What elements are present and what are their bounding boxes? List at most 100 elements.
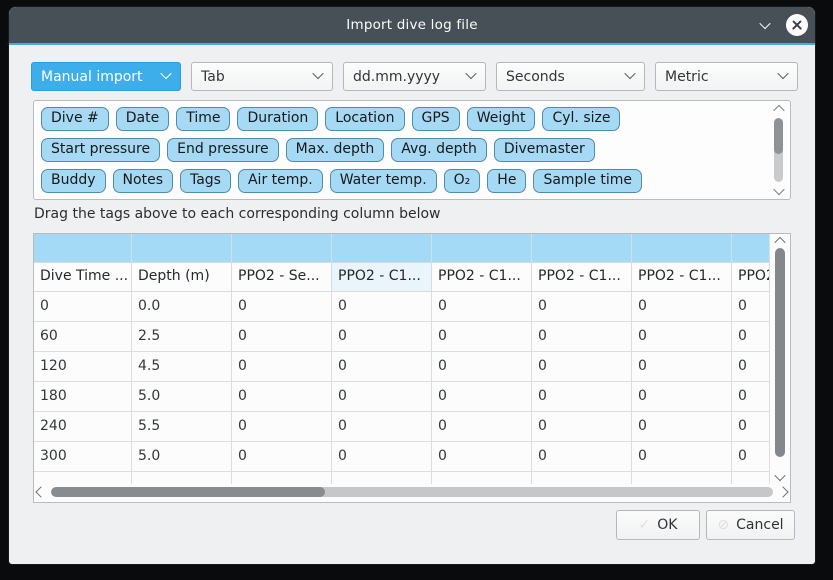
- column-drop-target[interactable]: [432, 234, 532, 263]
- table-cell: 0: [332, 442, 432, 472]
- column-drop-target[interactable]: [132, 234, 232, 263]
- table-cell: 0.0: [132, 292, 232, 322]
- titlebar: Import dive log file: [9, 7, 815, 45]
- field-separator-value: Tab: [201, 69, 225, 85]
- import-dialog-window: Import dive log file Manual import Tab d…: [9, 7, 815, 564]
- close-button[interactable]: [786, 14, 808, 36]
- field-tag[interactable]: Duration: [237, 107, 318, 131]
- column-drop-target[interactable]: [332, 234, 432, 263]
- field-tag[interactable]: O₂: [444, 169, 481, 193]
- table-cell: 0: [432, 352, 532, 382]
- scrollbar-track[interactable]: [774, 118, 783, 182]
- column-drop-target[interactable]: [732, 234, 770, 263]
- table-cell: 0: [732, 442, 770, 472]
- dialog-buttons: ✓ OK ⊘ Cancel: [616, 510, 795, 540]
- scroll-down-icon[interactable]: [774, 470, 785, 481]
- table-cell: 0: [632, 442, 732, 472]
- field-tag[interactable]: Weight: [467, 107, 536, 131]
- scrollbar-track[interactable]: [51, 487, 773, 497]
- table-cell: 0: [732, 352, 770, 382]
- table-cell: 180: [34, 382, 132, 412]
- column-drop-target[interactable]: [232, 234, 332, 263]
- chevron-down-icon: [759, 18, 770, 29]
- column-header: PPO2 - C1...: [432, 263, 532, 292]
- table-cell: 0: [532, 412, 632, 442]
- table-cell: 0: [432, 292, 532, 322]
- table-cell: 0: [232, 292, 332, 322]
- column-drop-target[interactable]: [34, 234, 132, 263]
- table-cell: 5.0: [132, 442, 232, 472]
- table-cell: 60: [34, 322, 132, 352]
- scroll-down-icon[interactable]: [773, 184, 784, 195]
- table-cell-partial: [332, 472, 432, 484]
- table-cell: 2.5: [132, 322, 232, 352]
- chevron-down-icon: [777, 68, 788, 79]
- table-cell: 0: [732, 322, 770, 352]
- table-cell: 120: [34, 352, 132, 382]
- field-tag[interactable]: Sample time: [533, 169, 642, 193]
- field-tag[interactable]: Air temp.: [238, 169, 323, 193]
- ok-button[interactable]: ✓ OK: [616, 510, 700, 540]
- scroll-left-icon[interactable]: [35, 486, 46, 497]
- scroll-up-icon[interactable]: [774, 237, 785, 248]
- field-tag[interactable]: Divemaster: [494, 138, 595, 162]
- duration-format-select[interactable]: Seconds: [496, 62, 645, 91]
- tag-row: Start pressure End pressure Max. depthAvg.…: [41, 138, 764, 162]
- scrollbar-thumb[interactable]: [774, 118, 783, 154]
- field-tag[interactable]: Buddy: [41, 169, 106, 193]
- field-tag[interactable]: Max. depth: [286, 138, 385, 162]
- table-cell-partial: [632, 472, 732, 484]
- field-tag[interactable]: Water temp.: [330, 169, 437, 193]
- field-tag[interactable]: Date: [116, 107, 169, 131]
- table-horizontal-scrollbar[interactable]: [37, 484, 787, 500]
- tag-list-scrollbar[interactable]: [771, 105, 786, 195]
- cancel-button[interactable]: ⊘ Cancel: [706, 510, 795, 540]
- column-drop-target[interactable]: [532, 234, 632, 263]
- titlebar-controls: [756, 7, 808, 43]
- field-tag[interactable]: Time: [176, 107, 230, 131]
- table-cell: 0: [532, 322, 632, 352]
- ok-button-label: OK: [657, 517, 677, 533]
- chevron-down-icon: [312, 68, 323, 79]
- column-header: Depth (m): [132, 263, 232, 292]
- field-tag[interactable]: Dive #: [41, 107, 109, 131]
- column-header: PPO2 - Se...: [232, 263, 332, 292]
- scrollbar-track[interactable]: [775, 248, 785, 470]
- cancel-button-label: Cancel: [736, 517, 783, 533]
- scroll-up-icon[interactable]: [773, 105, 784, 116]
- table-cell: 0: [232, 412, 332, 442]
- date-format-select[interactable]: dd.mm.yyyy: [343, 62, 486, 91]
- import-options-row: Manual import Tab dd.mm.yyyy Seconds Met…: [31, 62, 798, 91]
- table-vertical-scrollbar[interactable]: [772, 237, 788, 481]
- table-cell: 0: [532, 382, 632, 412]
- field-tag[interactable]: End pressure: [167, 138, 279, 162]
- scroll-right-icon[interactable]: [777, 486, 788, 497]
- scrollbar-thumb[interactable]: [775, 248, 785, 457]
- table-cell-partial: [732, 472, 770, 484]
- field-tag[interactable]: Avg. depth: [391, 138, 487, 162]
- field-tag[interactable]: Location: [325, 107, 404, 131]
- field-tag[interactable]: He: [487, 169, 526, 193]
- field-tag[interactable]: Cyl. size: [542, 107, 620, 131]
- units-select[interactable]: Metric: [655, 62, 798, 91]
- table-cell: 0: [232, 382, 332, 412]
- table-cell: 0: [732, 292, 770, 322]
- close-icon: [792, 20, 802, 30]
- field-tag[interactable]: GPS: [412, 107, 460, 131]
- table-cell: 240: [34, 412, 132, 442]
- import-mode-select[interactable]: Manual import: [31, 62, 181, 91]
- field-tag[interactable]: Start pressure: [41, 138, 160, 162]
- table-cell: 0: [532, 442, 632, 472]
- table-cell: 0: [732, 412, 770, 442]
- column-header: Dive Time ...: [34, 263, 132, 292]
- scrollbar-thumb[interactable]: [51, 487, 325, 497]
- tag-rows: Dive # Date Time Duration Location GPS WeightC…: [41, 107, 764, 200]
- table-cell: 300: [34, 442, 132, 472]
- field-tag[interactable]: Notes: [113, 169, 173, 193]
- column-drop-target[interactable]: [632, 234, 732, 263]
- shade-button[interactable]: [756, 16, 774, 34]
- chevron-down-icon: [465, 68, 476, 79]
- table-cell-partial: [432, 472, 532, 484]
- field-tag[interactable]: Tags: [180, 169, 231, 193]
- field-separator-select[interactable]: Tab: [191, 62, 333, 91]
